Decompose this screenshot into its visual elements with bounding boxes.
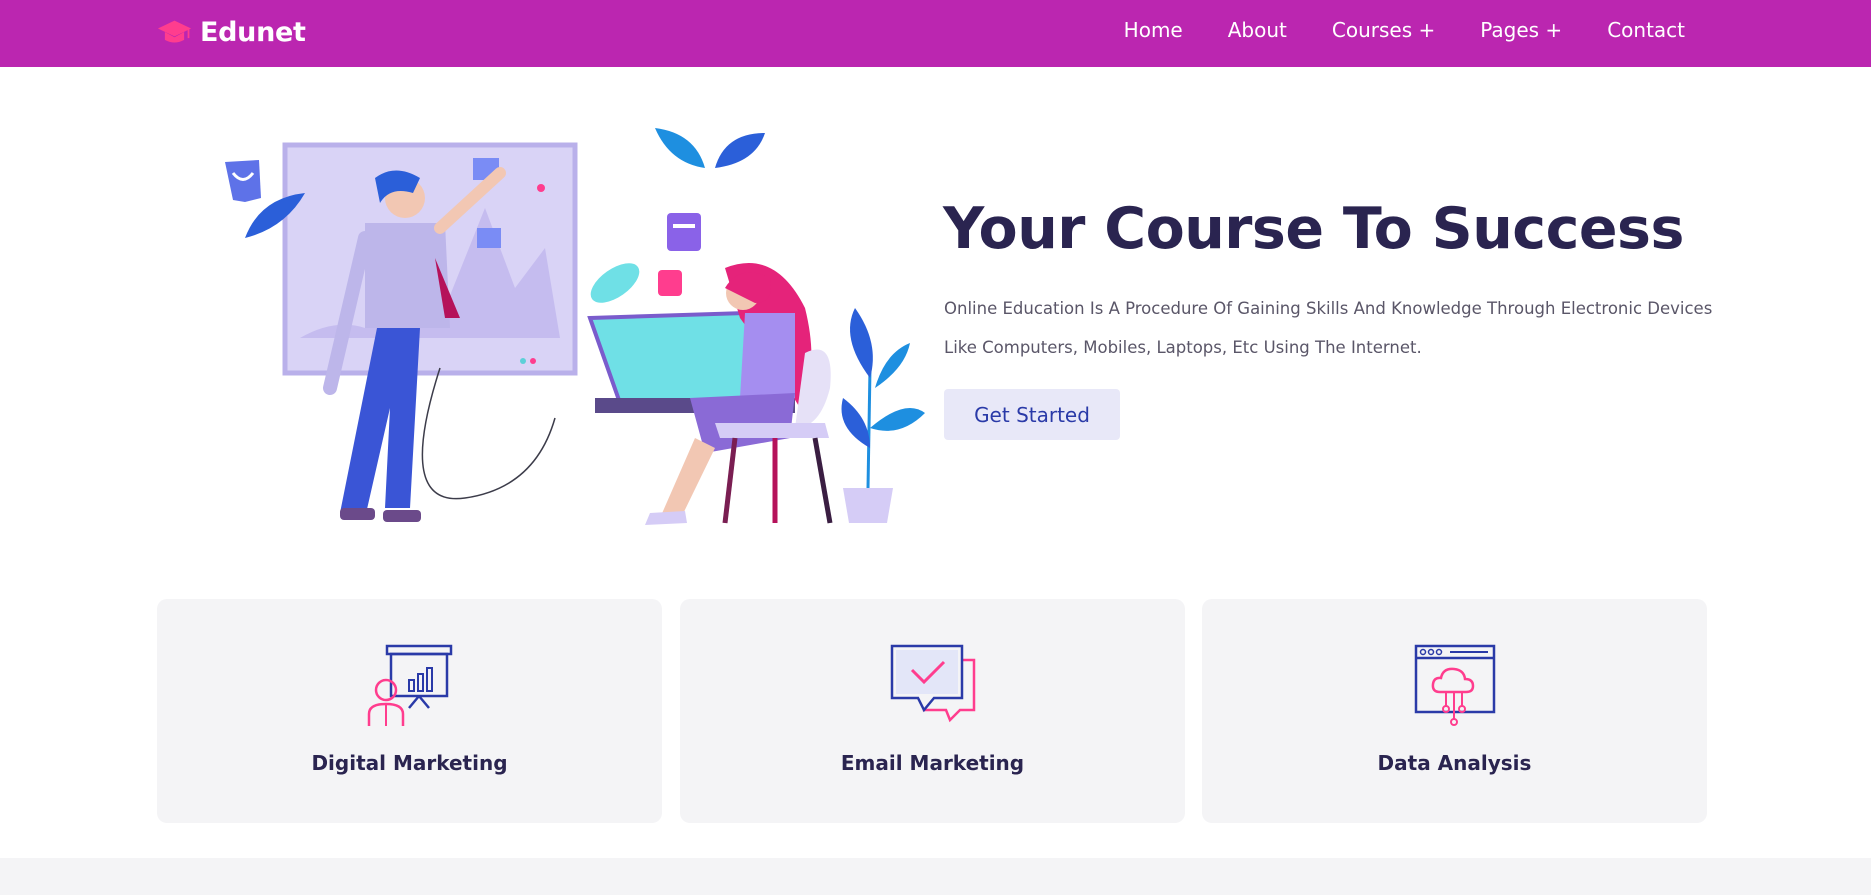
card-email-marketing[interactable]: Email Marketing bbox=[680, 599, 1185, 823]
hero-title: Your Course To Success bbox=[943, 196, 1684, 262]
nav-item-courses[interactable]: Courses + bbox=[1332, 18, 1435, 42]
nav-item-about[interactable]: About bbox=[1228, 18, 1287, 42]
chat-check-icon bbox=[890, 644, 975, 723]
next-section-background bbox=[0, 858, 1871, 895]
hero-description: Online Education Is A Procedure Of Gaini… bbox=[944, 299, 1713, 357]
nav-menu: Home About Courses + Pages + Contact bbox=[1079, 0, 1685, 60]
nav-item-pages[interactable]: Pages + bbox=[1480, 18, 1562, 42]
navbar: Edunet Home About Courses + Pages + Cont… bbox=[0, 0, 1871, 67]
hero-illustration bbox=[225, 128, 925, 525]
card-digital-marketing[interactable]: Digital Marketing bbox=[157, 599, 662, 823]
brand-name: Edunet bbox=[200, 16, 306, 48]
card-title: Data Analysis bbox=[1377, 751, 1532, 775]
cloud-browser-icon bbox=[1414, 644, 1495, 726]
card-data-analysis[interactable]: Data Analysis bbox=[1202, 599, 1707, 823]
get-started-button[interactable]: Get Started bbox=[944, 389, 1120, 440]
presentation-chart-icon bbox=[367, 644, 452, 726]
graduation-cap-icon bbox=[157, 20, 192, 43]
card-title: Email Marketing bbox=[840, 751, 1025, 775]
brand-logo-link[interactable]: Edunet bbox=[157, 12, 306, 52]
nav-item-contact[interactable]: Contact bbox=[1607, 18, 1685, 42]
nav-item-home[interactable]: Home bbox=[1124, 18, 1183, 42]
card-title: Digital Marketing bbox=[311, 751, 508, 775]
